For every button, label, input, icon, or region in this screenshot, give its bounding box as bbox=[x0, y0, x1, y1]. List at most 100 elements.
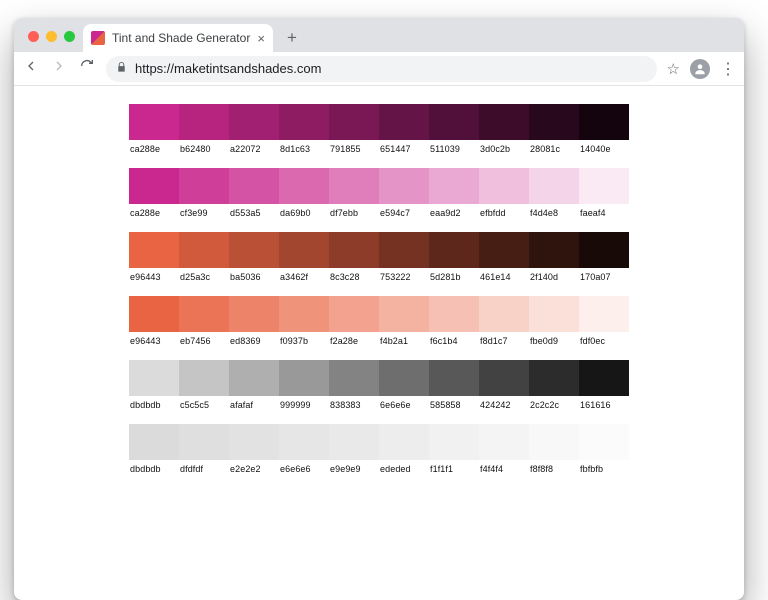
close-tab-button[interactable]: × bbox=[257, 32, 265, 45]
hex-label: f8d1c7 bbox=[479, 336, 529, 346]
hex-label: cf3e99 bbox=[179, 208, 229, 218]
hex-label: 6e6e6e bbox=[379, 400, 429, 410]
hex-label: dbdbdb bbox=[129, 464, 179, 474]
forward-button[interactable] bbox=[50, 58, 68, 79]
palette-row: e96443eb7456ed8369f0937bf2a28ef4b2a1f6c1… bbox=[129, 296, 629, 346]
color-swatch[interactable] bbox=[529, 104, 579, 140]
color-swatch[interactable] bbox=[379, 360, 429, 396]
hex-label: e594c7 bbox=[379, 208, 429, 218]
color-swatch[interactable] bbox=[229, 296, 279, 332]
hex-label: f1f1f1 bbox=[429, 464, 479, 474]
color-swatch[interactable] bbox=[379, 104, 429, 140]
color-swatch[interactable] bbox=[529, 232, 579, 268]
color-swatch[interactable] bbox=[429, 104, 479, 140]
address-bar[interactable]: https://maketintsandshades.com bbox=[106, 56, 657, 82]
color-swatch[interactable] bbox=[279, 360, 329, 396]
swatch-strip bbox=[129, 360, 629, 396]
maximize-window-button[interactable] bbox=[64, 31, 75, 42]
tab-title: Tint and Shade Generator bbox=[112, 31, 250, 45]
color-swatch[interactable] bbox=[229, 168, 279, 204]
color-swatch[interactable] bbox=[529, 360, 579, 396]
color-swatch[interactable] bbox=[129, 168, 179, 204]
color-swatch[interactable] bbox=[329, 296, 379, 332]
color-swatch[interactable] bbox=[529, 296, 579, 332]
minimize-window-button[interactable] bbox=[46, 31, 57, 42]
window-controls bbox=[22, 31, 83, 52]
color-swatch[interactable] bbox=[429, 296, 479, 332]
hex-label: e9e9e9 bbox=[329, 464, 379, 474]
color-swatch[interactable] bbox=[129, 232, 179, 268]
color-swatch[interactable] bbox=[179, 104, 229, 140]
color-swatch[interactable] bbox=[129, 424, 179, 460]
tab-strip: Tint and Shade Generator × + bbox=[14, 18, 744, 52]
color-swatch[interactable] bbox=[179, 232, 229, 268]
color-swatch[interactable] bbox=[379, 168, 429, 204]
hex-label: a22072 bbox=[229, 144, 279, 154]
color-swatch[interactable] bbox=[329, 104, 379, 140]
hex-label: f0937b bbox=[279, 336, 329, 346]
close-window-button[interactable] bbox=[28, 31, 39, 42]
color-swatch[interactable] bbox=[229, 232, 279, 268]
color-swatch[interactable] bbox=[379, 424, 429, 460]
color-swatch[interactable] bbox=[579, 168, 629, 204]
hex-label: dfdfdf bbox=[179, 464, 229, 474]
color-swatch[interactable] bbox=[579, 424, 629, 460]
color-swatch[interactable] bbox=[579, 360, 629, 396]
palette-row: dbdbdbc5c5c5afafaf9999998383836e6e6e5858… bbox=[129, 360, 629, 410]
color-swatch[interactable] bbox=[479, 360, 529, 396]
color-swatch[interactable] bbox=[179, 360, 229, 396]
color-swatch[interactable] bbox=[479, 104, 529, 140]
color-swatch[interactable] bbox=[329, 424, 379, 460]
color-swatch[interactable] bbox=[429, 168, 479, 204]
profile-button[interactable] bbox=[690, 59, 710, 79]
color-swatch[interactable] bbox=[429, 424, 479, 460]
hex-label: 28081c bbox=[529, 144, 579, 154]
color-swatch[interactable] bbox=[279, 104, 329, 140]
hex-label: df7ebb bbox=[329, 208, 379, 218]
palette-list: ca288eb62480a220728d1c637918556514475110… bbox=[129, 104, 629, 474]
color-swatch[interactable] bbox=[129, 360, 179, 396]
hex-label: 14040e bbox=[579, 144, 629, 154]
color-swatch[interactable] bbox=[479, 168, 529, 204]
color-swatch[interactable] bbox=[479, 424, 529, 460]
color-swatch[interactable] bbox=[479, 296, 529, 332]
color-swatch[interactable] bbox=[429, 360, 479, 396]
hex-label: efbfdd bbox=[479, 208, 529, 218]
color-swatch[interactable] bbox=[429, 232, 479, 268]
color-swatch[interactable] bbox=[179, 424, 229, 460]
color-swatch[interactable] bbox=[379, 296, 429, 332]
bookmark-button[interactable]: ☆ bbox=[667, 60, 680, 78]
color-swatch[interactable] bbox=[579, 104, 629, 140]
hex-label: a3462f bbox=[279, 272, 329, 282]
color-swatch[interactable] bbox=[529, 168, 579, 204]
browser-tab[interactable]: Tint and Shade Generator × bbox=[83, 24, 273, 52]
color-swatch[interactable] bbox=[129, 104, 179, 140]
hex-label: ededed bbox=[379, 464, 429, 474]
color-swatch[interactable] bbox=[279, 424, 329, 460]
color-swatch[interactable] bbox=[279, 168, 329, 204]
color-swatch[interactable] bbox=[479, 232, 529, 268]
color-swatch[interactable] bbox=[329, 232, 379, 268]
back-button[interactable] bbox=[22, 58, 40, 79]
color-swatch[interactable] bbox=[229, 104, 279, 140]
color-swatch[interactable] bbox=[329, 168, 379, 204]
hex-label: 753222 bbox=[379, 272, 429, 282]
swatch-strip bbox=[129, 168, 629, 204]
color-swatch[interactable] bbox=[379, 232, 429, 268]
color-swatch[interactable] bbox=[529, 424, 579, 460]
color-swatch[interactable] bbox=[179, 296, 229, 332]
hex-label: 461e14 bbox=[479, 272, 529, 282]
color-swatch[interactable] bbox=[279, 296, 329, 332]
color-swatch[interactable] bbox=[229, 424, 279, 460]
swatch-strip bbox=[129, 104, 629, 140]
color-swatch[interactable] bbox=[329, 360, 379, 396]
menu-button[interactable]: ⋮ bbox=[720, 59, 736, 79]
color-swatch[interactable] bbox=[129, 296, 179, 332]
reload-button[interactable] bbox=[78, 58, 96, 79]
color-swatch[interactable] bbox=[579, 232, 629, 268]
color-swatch[interactable] bbox=[179, 168, 229, 204]
color-swatch[interactable] bbox=[279, 232, 329, 268]
color-swatch[interactable] bbox=[229, 360, 279, 396]
new-tab-button[interactable]: + bbox=[279, 25, 305, 51]
color-swatch[interactable] bbox=[579, 296, 629, 332]
